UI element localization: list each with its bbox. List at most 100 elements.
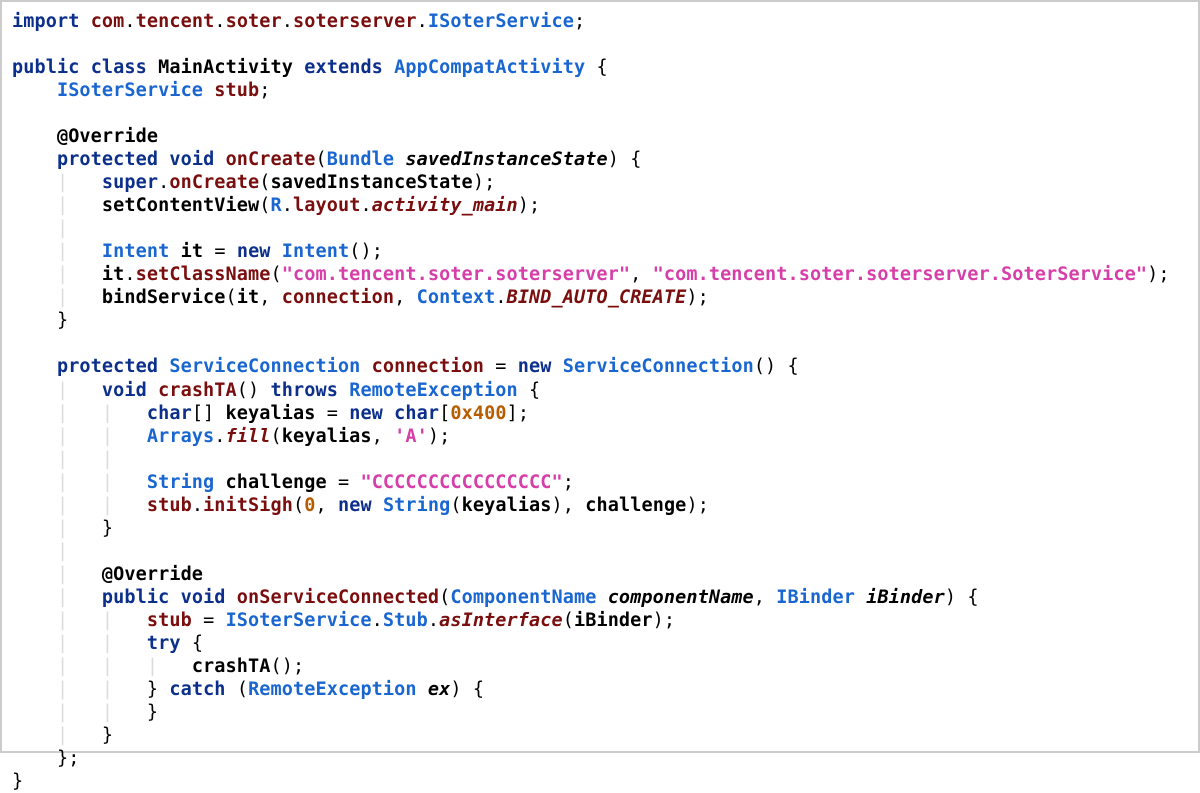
comma: , <box>394 287 405 308</box>
brackets: [] <box>192 403 214 424</box>
str-challenge: "CCCCCCCCCCCCCCCC" <box>360 472 562 493</box>
method-asinterface: asInterface <box>439 610 563 631</box>
dot: . <box>282 195 293 216</box>
brace-close: } <box>12 771 23 792</box>
method-initsigh: initSigh <box>203 495 293 516</box>
import-class: ISoterService <box>428 11 574 32</box>
lparen: ( <box>563 610 574 631</box>
field-connection: connection <box>372 356 484 377</box>
string-ctor: String <box>383 495 450 516</box>
brace-close: } <box>57 310 68 331</box>
dot: . <box>158 172 169 193</box>
eq: = <box>338 472 349 493</box>
lparen: ( <box>271 426 282 447</box>
dot: . <box>214 426 225 447</box>
lhs-stub: stub <box>147 610 192 631</box>
brace-open: { <box>192 633 203 654</box>
arg-ibinder: iBinder <box>574 610 653 631</box>
lparen2: ( <box>450 495 461 516</box>
rparen2: ) <box>552 495 563 516</box>
dot: . <box>372 610 383 631</box>
code-block: import com.tencent.soter.soterserver.ISo… <box>12 10 1188 793</box>
comma: , <box>630 264 641 285</box>
kw-protected: protected <box>57 149 158 170</box>
semicolon: ; <box>574 11 585 32</box>
kw-super: super <box>102 172 158 193</box>
annotation-override: @Override <box>57 126 158 147</box>
superclass: AppCompatActivity <box>394 57 585 78</box>
lparen: ( <box>293 495 304 516</box>
eq: = <box>203 610 214 631</box>
brace-open: { <box>788 356 799 377</box>
semicolon: ; <box>484 172 495 193</box>
semicolon: ; <box>563 472 574 493</box>
parens: () <box>349 241 371 262</box>
kw-new: new <box>338 495 372 516</box>
semicolon: ; <box>293 656 304 677</box>
pkg-com: com <box>91 11 125 32</box>
rbracket: ] <box>507 403 518 424</box>
stub-class: Stub <box>383 610 428 631</box>
kw-protected: protected <box>57 356 158 377</box>
rparen: ) <box>686 287 697 308</box>
kw-throws: throws <box>271 380 338 401</box>
intent-type: Intent <box>102 241 169 262</box>
dot: . <box>192 495 203 516</box>
rparen: ) <box>608 149 619 170</box>
rparen: ) <box>450 679 461 700</box>
intent-ctor: Intent <box>282 241 349 262</box>
lbracket: [ <box>439 403 450 424</box>
semicolon: ; <box>439 426 450 447</box>
brace-open: { <box>473 679 484 700</box>
brace-open: { <box>967 587 978 608</box>
comma: , <box>372 426 383 447</box>
param-componentname: componentName <box>608 587 754 608</box>
lparen: ( <box>237 679 248 700</box>
arg-keyalias2: keyalias <box>462 495 552 516</box>
call-crashta: crashTA <box>192 656 271 677</box>
kw-public: public <box>12 57 79 78</box>
semicolon: ; <box>518 403 529 424</box>
arg-keyalias: keyalias <box>282 426 372 447</box>
brace-close: } <box>147 702 158 723</box>
kw-void: void <box>102 380 147 401</box>
arg-it: it <box>237 287 259 308</box>
super-oncreate: onCreate <box>169 172 259 193</box>
rparen: ) <box>428 426 439 447</box>
type-componentname: ComponentName <box>450 587 596 608</box>
rparen: ) <box>945 587 956 608</box>
semicolon: ; <box>664 610 675 631</box>
arg-challenge: challenge <box>585 495 686 516</box>
context-class: Context <box>417 287 496 308</box>
char-literal: 'A' <box>394 426 428 447</box>
brace-close: } <box>102 725 113 746</box>
method-onserviceconnected: onServiceConnected <box>237 587 439 608</box>
param-name: savedInstanceState <box>405 149 607 170</box>
method-crashta: crashTA <box>158 380 237 401</box>
str-pkg: "com.tencent.soter.soterserver" <box>282 264 630 285</box>
brace-open: { <box>529 380 540 401</box>
kw-new: new <box>518 356 552 377</box>
semicolon: ; <box>1158 264 1169 285</box>
arg-connection: connection <box>282 287 394 308</box>
pkg-soterserver: soterserver <box>293 11 417 32</box>
lparen: ( <box>439 587 450 608</box>
annotation-override2: @Override <box>102 564 203 585</box>
class-name: MainActivity <box>158 57 293 78</box>
ctor-serviceconnection: ServiceConnection <box>563 356 754 377</box>
num-0x400: 0x400 <box>450 403 506 424</box>
rparen: ) <box>1147 264 1158 285</box>
field-name: stub <box>214 80 259 101</box>
method-oncreate: onCreate <box>226 149 316 170</box>
eq: = <box>495 356 506 377</box>
kw-char: char <box>147 403 192 424</box>
type-ibinder: IBinder <box>776 587 855 608</box>
kw-char2: char <box>394 403 439 424</box>
brace-close: } <box>102 518 113 539</box>
R-class: R <box>271 195 282 216</box>
bind-flag: BIND_AUTO_CREATE <box>507 287 687 308</box>
stub-ref: stub <box>147 495 192 516</box>
layout-res: activity_main <box>372 195 518 216</box>
param-type-bundle: Bundle <box>327 149 394 170</box>
kw-void: void <box>169 149 214 170</box>
